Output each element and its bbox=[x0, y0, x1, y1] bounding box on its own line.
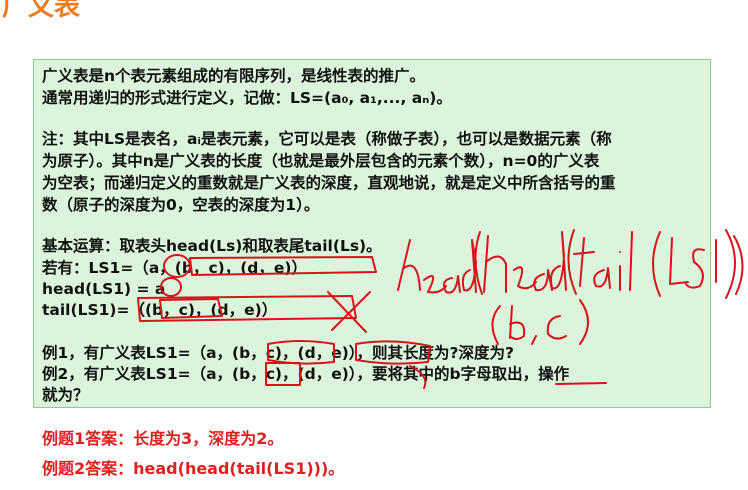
handwritten-expression bbox=[397, 229, 744, 299]
underline-b-letter bbox=[555, 382, 607, 385]
handwriting-annotations bbox=[137, 229, 744, 389]
cross-mark bbox=[327, 291, 371, 333]
circle-de-ex1 bbox=[355, 340, 431, 365]
circle-a-ls1 bbox=[163, 254, 191, 278]
bracket-ex2 bbox=[409, 365, 427, 389]
circle-bc-ex1 bbox=[267, 340, 335, 365]
box-b-ex2 bbox=[265, 362, 301, 386]
circle-a-head bbox=[160, 277, 182, 297]
box-tail-result-inner bbox=[159, 298, 223, 319]
box-ls1-tail bbox=[189, 256, 377, 276]
handwritten-result bbox=[491, 299, 589, 345]
